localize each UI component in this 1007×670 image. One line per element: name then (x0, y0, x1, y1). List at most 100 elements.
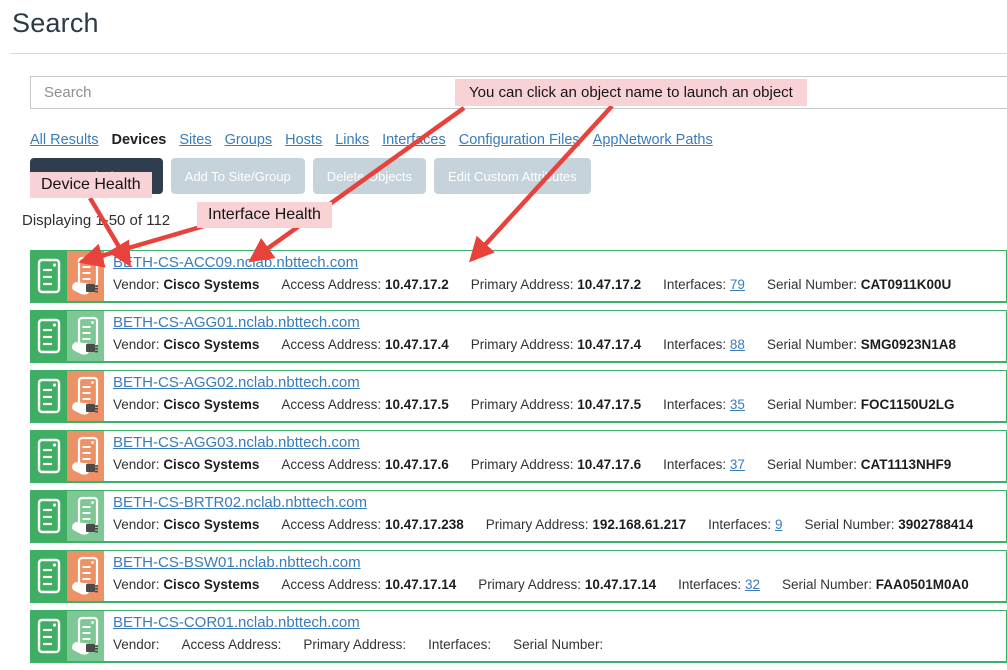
server-hand-plug-glyph (71, 256, 101, 296)
vendor-label: Vendor: (113, 517, 160, 532)
edit-custom-attributes-button[interactable]: Edit Custom Attributes (434, 158, 591, 194)
interfaces-count-link[interactable]: 32 (745, 577, 760, 592)
access-address-label: Access Address: (281, 337, 381, 352)
tab-devices[interactable]: Devices (112, 132, 167, 148)
serial-number-label: Serial Number: (513, 637, 603, 652)
device-row-body: BETH-CS-AGG02.nclab.nbttech.com Vendor: … (104, 371, 955, 421)
tab-hosts[interactable]: Hosts (285, 132, 322, 148)
interface-health-icon[interactable] (67, 611, 104, 661)
vendor-label: Vendor: (113, 337, 160, 352)
server-rack-glyph (37, 318, 61, 354)
interfaces-count-link[interactable]: 88 (730, 337, 745, 352)
serial-number-label: Serial Number: (767, 277, 857, 292)
delete-objects-button[interactable]: Delete Objects (313, 158, 426, 194)
device-details: Vendor: Cisco Systems Access Address: 10… (113, 397, 955, 412)
serial-number-label: Serial Number: (767, 397, 857, 412)
serial-number-value: 3902788414 (898, 517, 973, 532)
device-row: BETH-CS-AGG01.nclab.nbttech.com Vendor: … (30, 310, 1007, 363)
serial-number-value: FAA0501M0A0 (876, 577, 969, 592)
device-row-body: BETH-CS-COR01.nclab.nbttech.com Vendor: … (104, 611, 603, 661)
add-to-site-group-button[interactable]: Add To Site/Group (171, 158, 305, 194)
page-title: Search (12, 8, 99, 39)
vendor-label: Vendor: (113, 397, 160, 412)
interfaces-label: Interfaces: (708, 517, 771, 532)
serial-number-value: CAT0911K00U (861, 277, 952, 292)
title-divider (10, 53, 1007, 54)
access-address-value: 10.47.17.238 (385, 517, 464, 532)
access-address-label: Access Address: (182, 637, 282, 652)
tab-interfaces[interactable]: Interfaces (382, 132, 446, 148)
access-address-value: 10.47.17.5 (385, 397, 449, 412)
server-hand-plug-glyph (71, 436, 101, 476)
device-health-icon[interactable] (31, 311, 67, 361)
device-details: Vendor: Cisco Systems Access Address: 10… (113, 277, 951, 292)
tab-groups[interactable]: Groups (225, 132, 273, 148)
device-row: BETH-CS-BSW01.nclab.nbttech.com Vendor: … (30, 550, 1007, 603)
interface-health-icon[interactable] (67, 551, 104, 601)
device-row: BETH-CS-BRTR02.nclab.nbttech.com Vendor:… (30, 490, 1007, 543)
device-health-icon[interactable] (31, 371, 67, 421)
tab-all-results[interactable]: All Results (30, 132, 99, 148)
access-address-value: 10.47.17.2 (385, 277, 449, 292)
interfaces-label: Interfaces: (663, 457, 726, 472)
access-address-value: 10.47.17.6 (385, 457, 449, 472)
device-row: BETH-CS-AGG02.nclab.nbttech.com Vendor: … (30, 370, 1007, 423)
device-health-icon[interactable] (31, 431, 67, 481)
device-health-icon[interactable] (31, 551, 67, 601)
interface-health-icon[interactable] (67, 371, 104, 421)
serial-number-value: FOC1150U2LG (861, 397, 955, 412)
primary-address-value: 10.47.17.14 (585, 577, 656, 592)
server-rack-glyph (37, 558, 61, 594)
interfaces-label: Interfaces: (663, 397, 726, 412)
access-address-value: 10.47.17.14 (385, 577, 456, 592)
primary-address-value: 10.47.17.4 (577, 337, 641, 352)
primary-address-value: 192.168.61.217 (592, 517, 686, 532)
device-row: BETH-CS-COR01.nclab.nbttech.com Vendor: … (30, 610, 1007, 663)
tab-configuration-files[interactable]: Configuration Files (459, 132, 580, 148)
interfaces-count-link[interactable]: 37 (730, 457, 745, 472)
device-row-body: BETH-CS-BRTR02.nclab.nbttech.com Vendor:… (104, 491, 973, 541)
device-details: Vendor: Cisco Systems Access Address: 10… (113, 457, 951, 472)
primary-address-label: Primary Address: (471, 277, 574, 292)
primary-address-label: Primary Address: (478, 577, 581, 592)
device-health-callout: Device Health (30, 172, 152, 198)
tab-sites[interactable]: Sites (179, 132, 211, 148)
interface-health-icon[interactable] (67, 311, 104, 361)
interface-health-icon[interactable] (67, 491, 104, 541)
primary-address-label: Primary Address: (486, 517, 589, 532)
device-name-link[interactable]: BETH-CS-AGG02.nclab.nbttech.com (113, 374, 360, 391)
serial-number-value: CAT1113NHF9 (861, 457, 952, 472)
device-name-link[interactable]: BETH-CS-ACC09.nclab.nbttech.com (113, 254, 358, 271)
serial-number-label: Serial Number: (782, 577, 872, 592)
interface-health-callout: Interface Health (197, 202, 332, 228)
vendor-label: Vendor: (113, 277, 160, 292)
results-count: Displaying 1-50 of 112 (22, 212, 170, 229)
serial-number-label: Serial Number: (767, 457, 857, 472)
vendor-value: Cisco Systems (163, 277, 259, 292)
interface-health-icon[interactable] (67, 251, 104, 301)
primary-address-label: Primary Address: (471, 337, 574, 352)
interfaces-count-link[interactable]: 79 (730, 277, 745, 292)
tab-appnetwork-paths[interactable]: AppNetwork Paths (593, 132, 713, 148)
server-rack-glyph (37, 618, 61, 654)
device-health-icon[interactable] (31, 251, 67, 301)
device-health-icon[interactable] (31, 611, 67, 661)
device-name-link[interactable]: BETH-CS-BRTR02.nclab.nbttech.com (113, 494, 367, 511)
vendor-label: Vendor: (113, 577, 160, 592)
interfaces-count-link[interactable]: 9 (775, 517, 783, 532)
vendor-value: Cisco Systems (163, 577, 259, 592)
device-name-link[interactable]: BETH-CS-AGG03.nclab.nbttech.com (113, 434, 360, 451)
interface-health-icon[interactable] (67, 431, 104, 481)
device-row-body: BETH-CS-AGG03.nclab.nbttech.com Vendor: … (104, 431, 951, 481)
device-name-link[interactable]: BETH-CS-AGG01.nclab.nbttech.com (113, 314, 360, 331)
device-name-link[interactable]: BETH-CS-COR01.nclab.nbttech.com (113, 614, 360, 631)
device-health-icon[interactable] (31, 491, 67, 541)
server-rack-glyph (37, 378, 61, 414)
device-name-link[interactable]: BETH-CS-BSW01.nclab.nbttech.com (113, 554, 361, 571)
interfaces-count-link[interactable]: 35 (730, 397, 745, 412)
server-rack-glyph (37, 438, 61, 474)
device-results-list: BETH-CS-ACC09.nclab.nbttech.com Vendor: … (30, 250, 1007, 670)
primary-address-label: Primary Address: (471, 397, 574, 412)
tab-links[interactable]: Links (335, 132, 369, 148)
device-row-body: BETH-CS-AGG01.nclab.nbttech.com Vendor: … (104, 311, 956, 361)
